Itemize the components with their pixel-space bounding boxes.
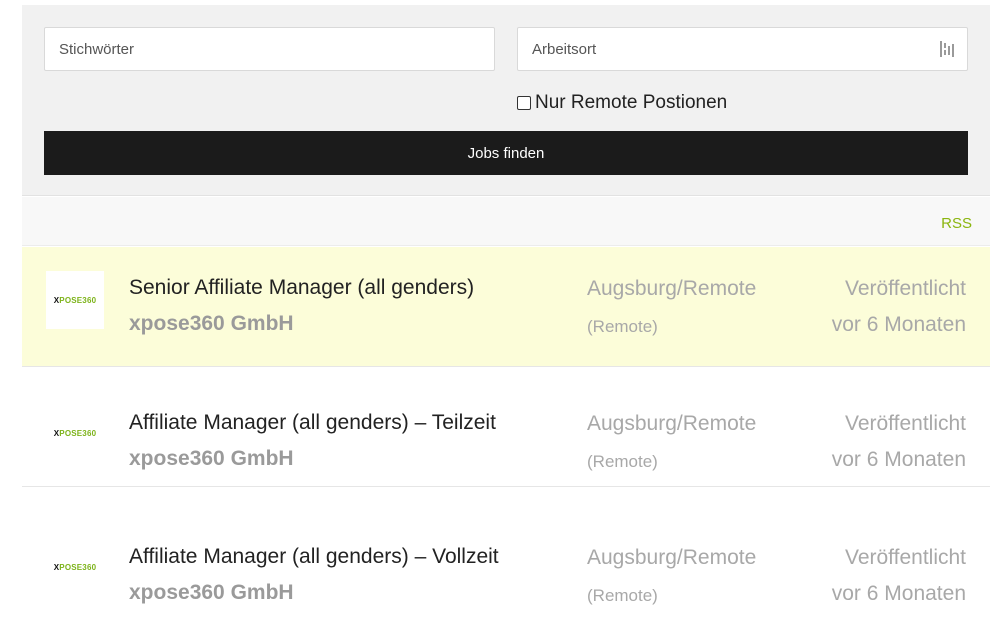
published-label: Veröffentlicht: [844, 412, 966, 435]
autofill-icon[interactable]: [939, 40, 955, 58]
remote-note: (Remote): [587, 317, 658, 336]
company-name: xpose360 GmbH: [129, 447, 294, 470]
remote-only-option[interactable]: Nur Remote Postionen: [517, 91, 727, 115]
company-name: xpose360 GmbH: [129, 312, 294, 335]
published-label: Veröffentlicht: [844, 546, 966, 569]
published-age: vor 6 Monaten: [831, 582, 966, 605]
job-title[interactable]: Senior Affiliate Manager (all genders): [129, 276, 474, 300]
remote-note: (Remote): [587, 452, 658, 471]
job-location: Augsburg/Remote: [587, 546, 757, 569]
job-search-form: Nur Remote Postionen Jobs finden: [22, 5, 990, 196]
keywords-field[interactable]: [44, 27, 495, 71]
job-title[interactable]: Affiliate Manager (all genders) – Teilze…: [129, 411, 496, 435]
location-field[interactable]: [517, 27, 968, 71]
find-jobs-button[interactable]: Jobs finden: [44, 131, 968, 175]
published-age: vor 6 Monaten: [831, 448, 966, 471]
rss-bar: RSS: [22, 197, 990, 246]
published-age: vor 6 Monaten: [831, 313, 966, 336]
company-logo: X POSE360: [46, 538, 104, 596]
job-title[interactable]: Affiliate Manager (all genders) – Vollze…: [129, 545, 499, 569]
job-location: Augsburg/Remote: [587, 412, 757, 435]
job-listing[interactable]: X POSE360 Affiliate Manager (all genders)…: [22, 501, 990, 621]
job-location: Augsburg/Remote: [587, 277, 757, 300]
company-name: xpose360 GmbH: [129, 581, 294, 604]
location-input[interactable]: [518, 28, 967, 70]
remote-only-checkbox[interactable]: [517, 96, 531, 110]
published-label: Veröffentlicht: [844, 277, 966, 300]
job-listing[interactable]: X POSE360 Senior Affiliate Manager (all g…: [22, 247, 990, 367]
remote-note: (Remote): [587, 586, 658, 605]
remote-only-label[interactable]: Nur Remote Postionen: [535, 92, 727, 114]
job-listing[interactable]: X POSE360 Affiliate Manager (all genders)…: [22, 367, 990, 487]
keywords-input[interactable]: [45, 28, 494, 70]
rss-link[interactable]: RSS: [941, 215, 972, 232]
company-logo: X POSE360: [46, 404, 104, 462]
company-logo: X POSE360: [46, 271, 104, 329]
